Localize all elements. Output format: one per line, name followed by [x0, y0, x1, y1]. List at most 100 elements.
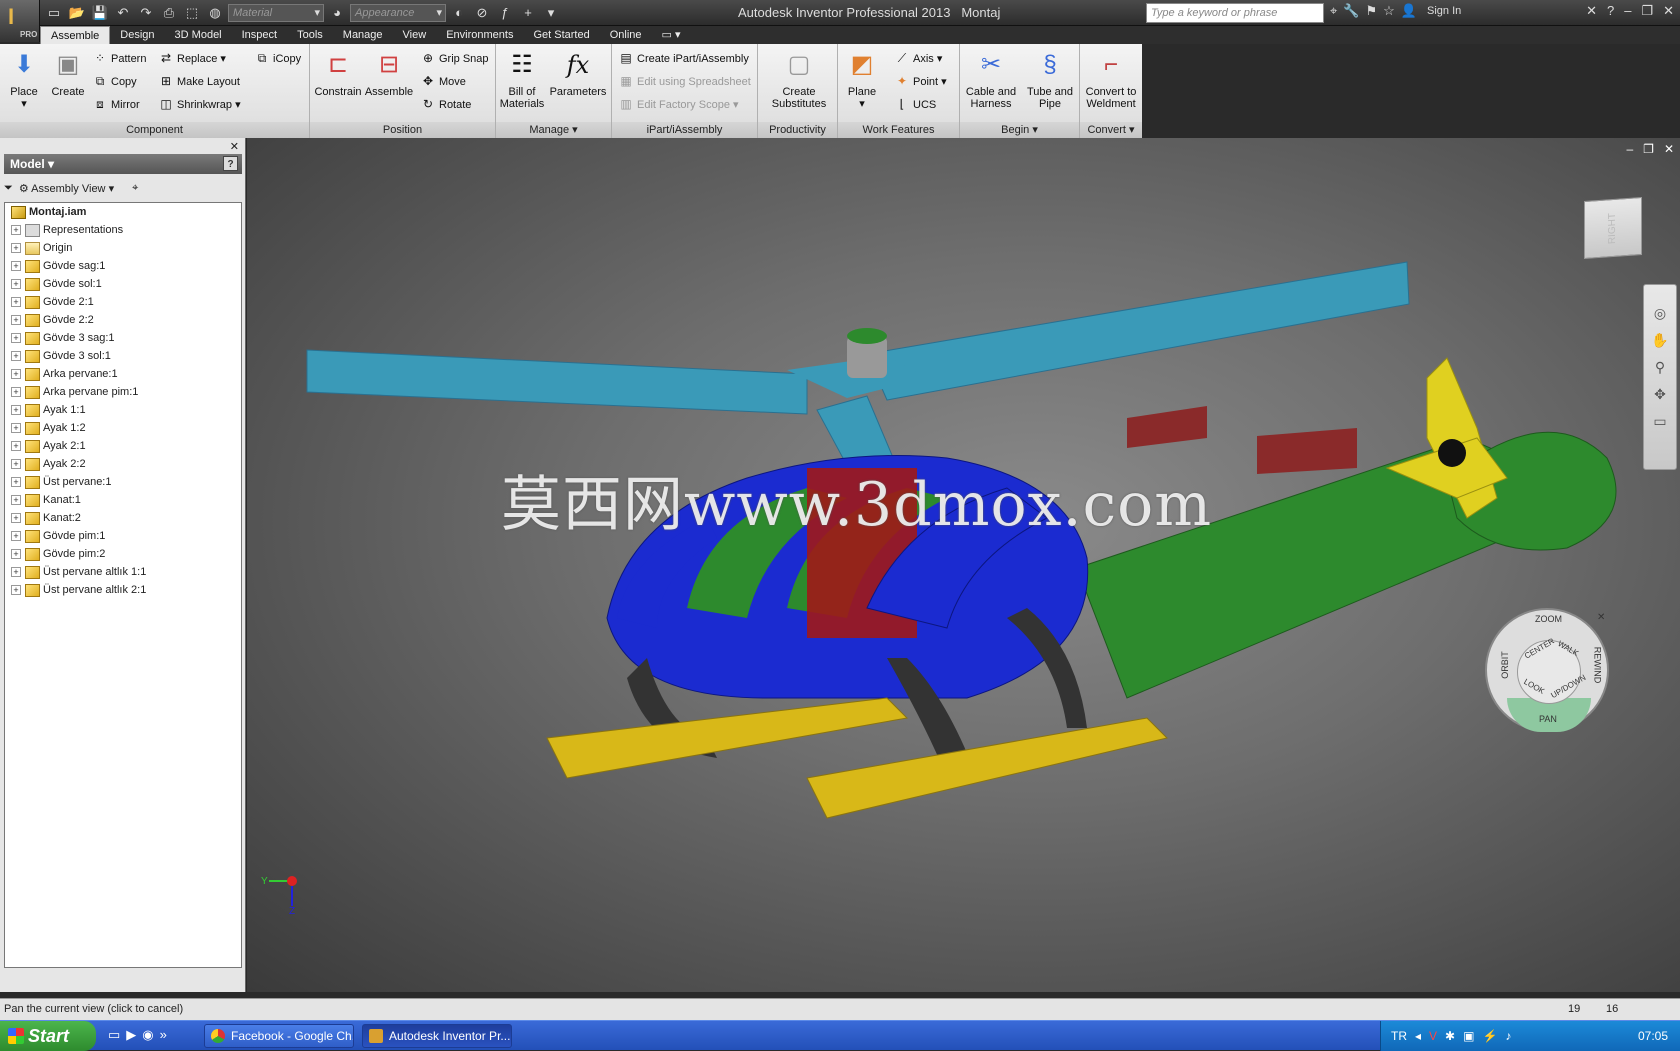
assemble-button[interactable]: ⊟ Assemble [364, 48, 414, 99]
expand-icon[interactable]: + [11, 297, 21, 307]
chrome-icon[interactable]: ◉ [142, 1027, 153, 1043]
customize-icon[interactable]: ▾ [541, 3, 561, 23]
tree-node[interactable]: + Gövde 2:1 [5, 293, 241, 311]
convert-weldment-button[interactable]: ⌐ Convert to Weldment [1082, 48, 1140, 111]
pan-icon[interactable]: ✋ [1651, 332, 1668, 349]
save-icon[interactable]: 💾 [90, 3, 110, 23]
tab-assemble[interactable]: Assemble [40, 26, 111, 44]
steering-wheel-icon[interactable]: ◎ [1654, 305, 1666, 322]
tree-node[interactable]: + Gövde sag:1 [5, 257, 241, 275]
constrain-button[interactable]: ⊏ Constrain [314, 48, 362, 99]
viewcube[interactable]: RIGHT [1584, 196, 1642, 260]
axis-button[interactable]: ⟋ Axis ▾ [894, 48, 943, 68]
expand-icon[interactable]: + [11, 243, 21, 253]
tab-online[interactable]: Online [600, 26, 652, 44]
open-icon[interactable]: 📂 [67, 3, 87, 23]
create-ipart-button[interactable]: ▤ Create iPart/iAssembly [618, 48, 749, 68]
tree-node[interactable]: + Gövde 2:2 [5, 311, 241, 329]
place-button[interactable]: ⬇ Place ▾ [6, 48, 42, 111]
wheel-close-icon[interactable]: ✕ [1597, 612, 1605, 623]
browser-header[interactable]: Model ▾? [4, 154, 242, 174]
expand-icon[interactable]: + [11, 549, 21, 559]
new-icon[interactable]: ▭ [44, 3, 64, 23]
tray-arrow-icon[interactable]: ◂ [1415, 1021, 1421, 1051]
expand-icon[interactable]: + [11, 405, 21, 415]
more-icon[interactable]: » [160, 1027, 167, 1043]
undo-icon[interactable]: ↶ [113, 3, 133, 23]
manage-panel-label[interactable]: Manage ▾ [496, 122, 611, 138]
parameters-button[interactable]: fx Parameters [548, 48, 608, 98]
comm-center-icon[interactable]: ⚑ [1366, 3, 1378, 19]
create-substitutes-button[interactable]: ▢ Create Substitutes [764, 48, 834, 111]
exchange-icon[interactable]: ✕ [1586, 3, 1597, 19]
adjust-icon[interactable]: ◐ [449, 3, 469, 23]
favorites-icon[interactable]: ☆ [1383, 3, 1395, 19]
tools-icon[interactable]: 🔧 [1343, 3, 1359, 19]
cable-harness-button[interactable]: ✂ Cable and Harness [962, 48, 1020, 111]
tree-node[interactable]: + Representations [5, 221, 241, 239]
sign-in-link[interactable]: Sign In [1427, 5, 1461, 17]
wheel-pan[interactable]: PAN [1539, 714, 1557, 724]
expand-icon[interactable]: + [11, 567, 21, 577]
replace-button[interactable]: ⇄ Replace ▾ [158, 48, 226, 68]
bluetooth-icon[interactable]: ✱ [1445, 1021, 1455, 1051]
ucs-button[interactable]: ⌊ UCS [894, 94, 937, 114]
taskbar-item-chrome[interactable]: Facebook - Google Ch... [204, 1024, 354, 1048]
wheel-orbit[interactable]: ORBIT [1500, 651, 1510, 679]
start-button[interactable]: Start [0, 1021, 96, 1051]
tree-node[interactable]: + Gövde pim:2 [5, 545, 241, 563]
point-button[interactable]: ✦ Point ▾ [894, 71, 947, 91]
binoculars-icon[interactable]: ⌖ [1330, 3, 1337, 19]
volume-icon[interactable]: ♪ [1505, 1021, 1511, 1051]
expand-icon[interactable]: + [11, 333, 21, 343]
tree-node[interactable]: + Ayak 1:2 [5, 419, 241, 437]
taskbar-item-inventor[interactable]: Autodesk Inventor Pr... [362, 1024, 512, 1048]
tab-view[interactable]: View [393, 26, 437, 44]
media-icon[interactable]: ▶ [126, 1027, 136, 1043]
tab-tools[interactable]: Tools [287, 26, 333, 44]
tree-node[interactable]: + Ayak 2:1 [5, 437, 241, 455]
tab-3d-model[interactable]: 3D Model [165, 26, 232, 44]
ribbon-options-icon[interactable]: ▭ ▾ [652, 26, 691, 44]
language-indicator[interactable]: TR [1391, 1021, 1407, 1051]
expand-icon[interactable]: + [11, 531, 21, 541]
tab-inspect[interactable]: Inspect [232, 26, 287, 44]
create-button[interactable]: ▣ Create [48, 48, 88, 99]
move-button[interactable]: ✥ Move [420, 71, 466, 91]
close-button[interactable]: ✕ [1663, 3, 1674, 19]
tube-pipe-button[interactable]: § Tube and Pipe [1022, 48, 1078, 111]
tree-node[interactable]: + Arka pervane pim:1 [5, 383, 241, 401]
wheel-rewind[interactable]: REWIND [1592, 647, 1602, 684]
expand-icon[interactable]: + [11, 225, 21, 235]
tree-node[interactable]: + Üst pervane:1 [5, 473, 241, 491]
tree-node[interactable]: + Üst pervane altlık 1:1 [5, 563, 241, 581]
network-icon[interactable]: ▣ [1463, 1021, 1474, 1051]
clear-icon[interactable]: ⊘ [472, 3, 492, 23]
expand-icon[interactable]: + [11, 585, 21, 595]
help-icon[interactable]: ? [1607, 3, 1614, 19]
appearance-select[interactable]: Appearance [350, 4, 446, 22]
expand-icon[interactable]: + [11, 459, 21, 469]
filter-icon[interactable]: ⏷ [4, 182, 13, 195]
rotate-button[interactable]: ↻ Rotate [420, 94, 471, 114]
tree-node[interactable]: + Ayak 1:1 [5, 401, 241, 419]
plane-button[interactable]: ◩ Plane ▾ [842, 48, 882, 111]
print-icon[interactable]: ⎙ [159, 3, 179, 23]
shrinkwrap-button[interactable]: ◫ Shrinkwrap ▾ [158, 94, 240, 114]
look-at-icon[interactable]: ▭ [1653, 413, 1666, 430]
icopy-button[interactable]: ⧉ iCopy [254, 48, 301, 68]
power-icon[interactable]: ⚡ [1482, 1021, 1497, 1051]
crosshair-icon[interactable]: + [518, 3, 538, 23]
expand-icon[interactable]: + [11, 315, 21, 325]
browser-close-icon[interactable]: ✕ [230, 140, 239, 153]
user-icon[interactable]: 👤 [1401, 3, 1417, 19]
tree-node[interactable]: + Arka pervane:1 [5, 365, 241, 383]
parameters-icon[interactable]: ƒ [495, 3, 515, 23]
select-icon[interactable]: ⬚ [182, 3, 202, 23]
expand-icon[interactable]: + [11, 495, 21, 505]
tree-node[interactable]: + Gövde sol:1 [5, 275, 241, 293]
redo-icon[interactable]: ↷ [136, 3, 156, 23]
expand-icon[interactable]: + [11, 369, 21, 379]
tree-root[interactable]: Montaj.iam [5, 203, 241, 221]
clock[interactable]: 07:05 [1638, 1021, 1668, 1051]
